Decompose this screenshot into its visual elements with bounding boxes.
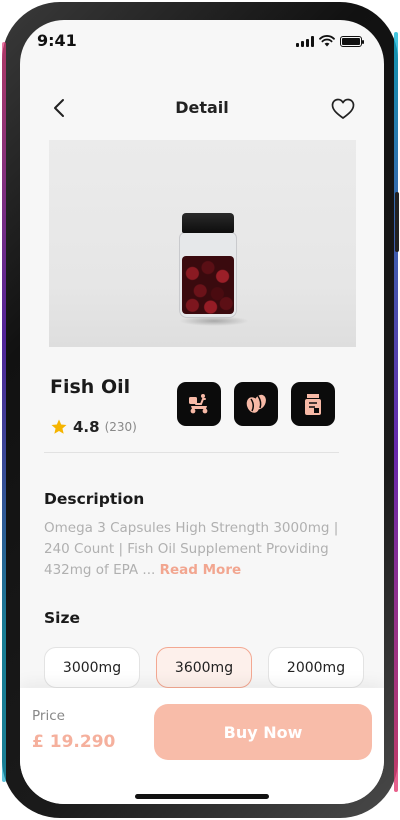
price-value: £ 19.290 <box>32 732 116 752</box>
read-more-link[interactable]: Read More <box>160 562 242 578</box>
price-label: Price <box>32 708 65 724</box>
feature-tiles <box>177 382 335 426</box>
feature-tile-delivery[interactable] <box>177 382 221 426</box>
app-screen: 9:41 Detail Fish Oil 4.8 (230) Descripti… <box>20 20 384 804</box>
size-option-3000mg[interactable]: 3000mg <box>44 647 140 688</box>
rating-count: (230) <box>104 420 137 434</box>
device-frame: 9:41 Detail Fish Oil 4.8 (230) Descripti… <box>2 2 399 818</box>
home-indicator[interactable] <box>135 794 269 799</box>
frame-edge-right <box>394 32 398 792</box>
delivery-scooter-icon <box>189 394 208 414</box>
description-text: Omega 3 Capsules High Strength 3000mg | … <box>44 518 356 581</box>
product-rating: 4.8 (230) <box>50 418 137 436</box>
description-title: Description <box>44 490 145 508</box>
status-bar: 9:41 <box>20 20 384 60</box>
feature-tile-bean[interactable] <box>234 382 278 426</box>
size-option-3600mg[interactable]: 3600mg <box>156 647 252 688</box>
size-options: 3000mg 3600mg 2000mg <box>44 647 364 688</box>
signal-icon <box>296 35 314 47</box>
battery-icon <box>340 35 364 47</box>
status-time: 9:41 <box>37 31 77 50</box>
coffee-bean-icon <box>246 394 266 413</box>
heart-outline-icon[interactable] <box>330 96 356 122</box>
star-icon <box>51 419 67 434</box>
size-title: Size <box>44 609 81 627</box>
size-option-2000mg[interactable]: 2000mg <box>268 647 364 688</box>
checkout-bar: Price £ 19.290 Buy Now <box>20 688 384 804</box>
jar-lid <box>182 213 234 233</box>
divider <box>44 452 339 453</box>
package-box-icon <box>305 394 321 415</box>
feature-tile-package[interactable] <box>291 382 335 426</box>
capsule-jar <box>179 232 237 318</box>
product-image <box>49 140 356 347</box>
status-icons <box>296 35 364 47</box>
buy-now-button[interactable]: Buy Now <box>154 704 372 760</box>
side-button <box>395 192 399 252</box>
wifi-icon <box>319 35 335 47</box>
rating-value: 4.8 <box>73 418 100 436</box>
frame-edge-left <box>2 42 6 782</box>
product-name: Fish Oil <box>50 376 131 398</box>
